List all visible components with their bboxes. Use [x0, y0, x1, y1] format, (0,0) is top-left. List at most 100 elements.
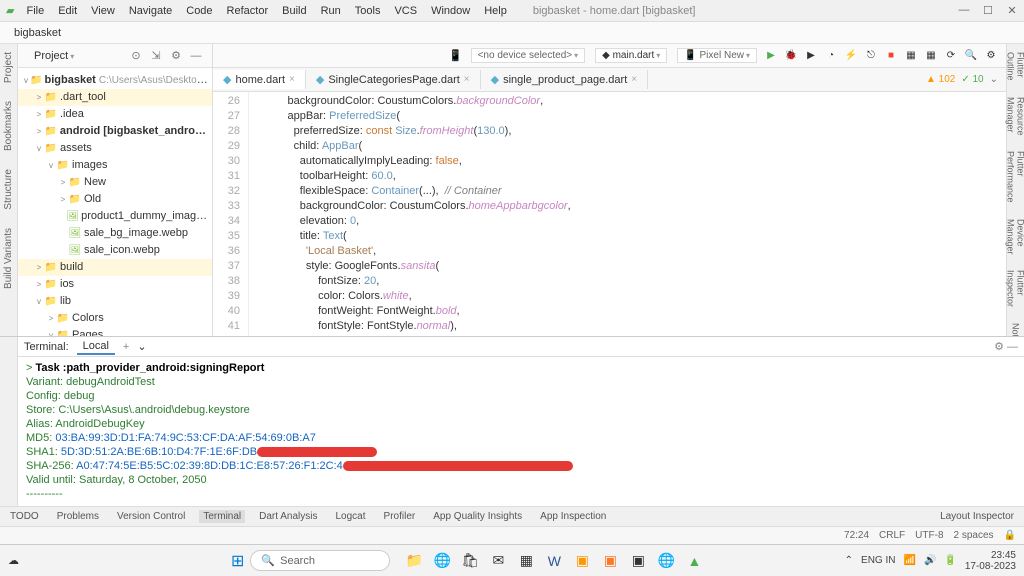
tree-item[interactable]: >📁ios: [18, 276, 212, 293]
close-tab-icon[interactable]: ×: [289, 74, 295, 85]
tree-item[interactable]: 🖼product1_dummy_image.webp: [18, 208, 212, 225]
menu-help[interactable]: Help: [478, 3, 513, 19]
taskbar-search[interactable]: 🔍 Search: [250, 550, 390, 571]
maximize-button[interactable]: ☐: [982, 4, 994, 17]
tree-item[interactable]: v📁assets: [18, 140, 212, 157]
settings-icon[interactable]: ⚙: [168, 48, 184, 64]
editor-tab[interactable]: ◆single_product_page.dart×: [481, 70, 648, 89]
menu-file[interactable]: File: [20, 3, 50, 19]
left-tab-project[interactable]: Project: [1, 48, 16, 87]
start-button[interactable]: ⊞: [231, 551, 244, 571]
menu-window[interactable]: Window: [425, 3, 476, 19]
terminal-settings-icon[interactable]: ⚙ —: [994, 340, 1018, 353]
left-tab-structure[interactable]: Structure: [1, 165, 16, 214]
close-tab-icon[interactable]: ×: [464, 74, 470, 85]
bottom-tab-todo[interactable]: TODO: [6, 510, 43, 523]
menu-code[interactable]: Code: [180, 3, 218, 19]
tree-item[interactable]: >📁build: [18, 259, 212, 276]
bottom-tab-problems[interactable]: Problems: [53, 510, 103, 523]
right-tab-flutter-inspector[interactable]: Flutter Inspector: [1005, 266, 1024, 311]
left-tab-bookmarks[interactable]: Bookmarks: [1, 97, 16, 155]
warnings-count[interactable]: ▲ 102: [926, 74, 955, 85]
tree-item[interactable]: >📁Old: [18, 191, 212, 208]
menu-refactor[interactable]: Refactor: [221, 3, 275, 19]
tree-item[interactable]: 🖼sale_bg_image.webp: [18, 225, 212, 242]
hot-reload-button[interactable]: ⚡: [844, 49, 858, 63]
tree-item[interactable]: >📁.dart_tool: [18, 89, 212, 106]
menu-run[interactable]: Run: [315, 3, 347, 19]
volume-icon[interactable]: 🔊: [924, 555, 936, 566]
mail-icon[interactable]: ✉: [488, 551, 508, 571]
sync-button[interactable]: ⟳: [944, 49, 958, 63]
settings-gear-icon[interactable]: ⚙: [984, 49, 998, 63]
indent[interactable]: 2 spaces: [954, 530, 994, 541]
coverage-button[interactable]: ▶: [804, 49, 818, 63]
bottom-tab-version-control[interactable]: Version Control: [113, 510, 189, 523]
edge-icon[interactable]: 🌐: [432, 551, 452, 571]
tree-item[interactable]: >📁android [bigbasket_android]: [18, 123, 212, 140]
tree-item[interactable]: >📁New: [18, 174, 212, 191]
run-config-selector[interactable]: ◆ main.dart: [595, 48, 667, 63]
stop-button[interactable]: ■: [884, 49, 898, 63]
store-icon[interactable]: 🛍: [460, 551, 480, 571]
clock-date[interactable]: 17-08-2023: [965, 561, 1016, 572]
tree-root[interactable]: v📁bigbasket C:\Users\Asus\Desktop\bigbas…: [18, 72, 212, 89]
tree-item[interactable]: v📁Pages: [18, 327, 212, 336]
line-ending[interactable]: CRLF: [879, 530, 905, 541]
left-tab-build-variants[interactable]: Build Variants: [1, 224, 16, 293]
bottom-tab-logcat[interactable]: Logcat: [332, 510, 370, 523]
breadcrumb[interactable]: bigbasket: [8, 25, 67, 41]
ok-count[interactable]: ✓ 10: [961, 74, 983, 85]
androidstudio-icon[interactable]: ▲: [684, 551, 704, 571]
attach-button[interactable]: ⎋: [864, 49, 878, 63]
right-tab-flutter-performance[interactable]: Flutter Performance: [1005, 147, 1024, 207]
right-tab-device-manager[interactable]: Device Manager: [1005, 215, 1024, 259]
clock-time[interactable]: 23:45: [965, 550, 1016, 561]
terminal-dropdown[interactable]: ⌄: [137, 340, 146, 353]
xampp-icon[interactable]: ▣: [600, 551, 620, 571]
wifi-icon[interactable]: 📶: [903, 555, 915, 566]
lang-indicator[interactable]: ENG IN: [861, 555, 895, 566]
menu-view[interactable]: View: [85, 3, 121, 19]
search-icon[interactable]: 🔍: [964, 49, 978, 63]
sublime-icon[interactable]: ▣: [572, 551, 592, 571]
terminal-output[interactable]: > Task :path_provider_android:signingRep…: [18, 357, 1024, 506]
bottom-tab-app-inspection[interactable]: App Inspection: [536, 510, 610, 523]
editor-tab[interactable]: ◆SingleCategoriesPage.dart×: [306, 70, 481, 89]
menu-tools[interactable]: Tools: [349, 3, 387, 19]
expand-icon[interactable]: ⇲: [148, 48, 164, 64]
battery-icon[interactable]: 🔋: [944, 555, 956, 566]
chrome-icon[interactable]: 🌐: [656, 551, 676, 571]
devices-icon[interactable]: 📱: [448, 48, 464, 64]
explorer-icon[interactable]: 📁: [404, 551, 424, 571]
tree-item[interactable]: v📁lib: [18, 293, 212, 310]
bottom-tab-app-quality-insights[interactable]: App Quality Insights: [429, 510, 526, 523]
hide-icon[interactable]: —: [188, 48, 204, 64]
right-tab-notif[interactable]: Notif: [1010, 319, 1022, 336]
terminal-tab-local[interactable]: Local: [77, 339, 115, 355]
word-icon[interactable]: W: [544, 551, 564, 571]
right-tab-flutter-outline[interactable]: Flutter Outline: [1005, 48, 1024, 85]
bottom-tab-terminal[interactable]: Terminal: [199, 510, 245, 523]
project-view-selector[interactable]: Project: [26, 48, 82, 64]
device-selector-2[interactable]: 📱 Pixel New: [677, 48, 757, 63]
bottom-tab-profiler[interactable]: Profiler: [380, 510, 420, 523]
menu-vcs[interactable]: VCS: [388, 3, 423, 19]
minimize-button[interactable]: —: [958, 4, 970, 17]
tree-item[interactable]: v📁images: [18, 157, 212, 174]
tree-item[interactable]: >📁.idea: [18, 106, 212, 123]
new-terminal-button[interactable]: +: [123, 341, 129, 353]
more-icon[interactable]: ⌄: [990, 74, 998, 85]
editor-content[interactable]: backgroundColor: CoustumColors.backgroun…: [249, 92, 1006, 336]
menu-edit[interactable]: Edit: [52, 3, 83, 19]
close-tab-icon[interactable]: ×: [631, 74, 637, 85]
app2-icon[interactable]: ▣: [628, 551, 648, 571]
encoding[interactable]: UTF-8: [915, 530, 943, 541]
target-icon[interactable]: ⊙: [128, 48, 144, 64]
layout-inspector-tab[interactable]: Layout Inspector: [936, 510, 1018, 523]
right-tab-resource-manager[interactable]: Resource Manager: [1005, 93, 1024, 140]
profile-button[interactable]: ◔: [824, 49, 838, 63]
tray-expand-icon[interactable]: ⌃: [845, 555, 853, 566]
device-selector[interactable]: <no device selected>: [471, 48, 586, 63]
close-button[interactable]: ✕: [1006, 4, 1018, 17]
